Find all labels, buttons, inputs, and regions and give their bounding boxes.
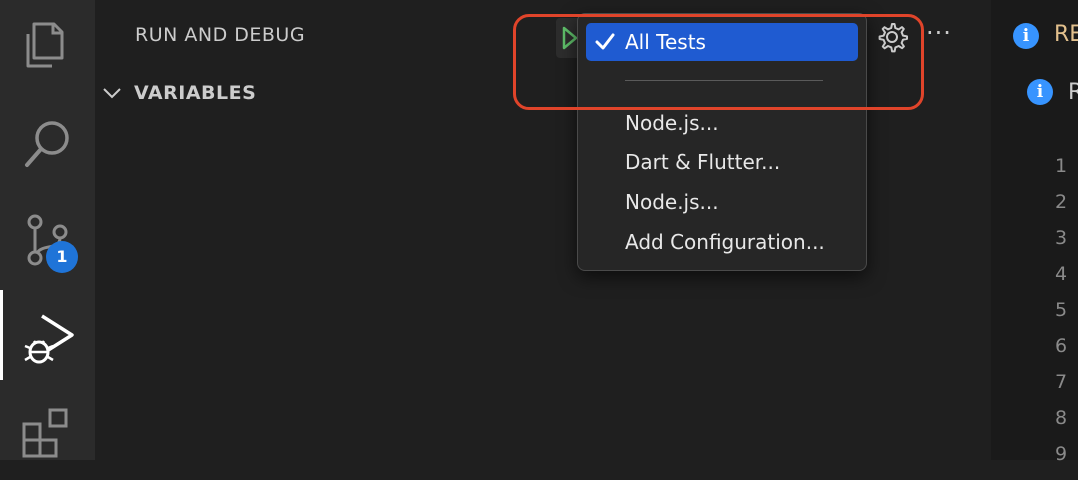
launch-config-dropdown: All Tests Node.js... Dart & Flutter... N… [577,13,867,271]
extensions-icon [22,408,68,458]
play-icon [562,26,578,50]
info-icon: i [1027,79,1053,105]
dropdown-item-add-configuration[interactable]: Add Configuration... [586,223,858,261]
dropdown-item-label: Add Configuration... [625,230,825,254]
chevron-down-icon [103,88,121,99]
editor-heading-1: RE [1054,22,1078,47]
line-number: 3 [1055,227,1068,249]
more-actions-button[interactable]: ··· [926,18,962,48]
activity-item-search[interactable] [0,95,95,185]
checkmark-icon [595,33,615,50]
line-number: 6 [1055,335,1068,357]
variables-section-header[interactable]: VARIABLES [102,78,502,108]
source-control-badge: 1 [46,241,78,273]
editor-heading-2: R [1068,80,1078,105]
activity-item-source-control[interactable] [0,190,95,280]
line-number: 4 [1055,263,1068,285]
activity-bar: 1 [0,0,95,460]
open-launch-json-button[interactable] [876,21,908,53]
info-icon: i [1013,23,1039,49]
line-number: 5 [1055,299,1068,321]
dropdown-item-all-tests[interactable]: All Tests [586,23,858,61]
panel-title: RUN AND DEBUG [135,24,306,46]
dropdown-item-label: Dart & Flutter... [625,150,781,174]
dropdown-item-label: Node.js... [625,190,719,214]
ellipsis-icon: ··· [926,19,952,47]
search-icon [25,121,69,167]
run-debug-icon [24,314,74,364]
line-number: 2 [1055,191,1068,213]
activity-item-extensions[interactable] [0,390,95,480]
dropdown-item-label: Node.js... [625,111,719,135]
section-label: VARIABLES [134,82,257,104]
activity-item-explorer[interactable] [0,0,95,90]
line-number: 9 [1055,443,1068,465]
gear-icon [878,23,908,53]
dropdown-item-nodejs-2[interactable]: Node.js... [586,183,858,221]
dropdown-item-dart-flutter[interactable]: Dart & Flutter... [586,143,858,181]
dropdown-item-nodejs[interactable]: Node.js... [586,104,858,142]
dropdown-item-label: All Tests [625,30,706,54]
dropdown-separator [625,80,823,81]
line-number: 8 [1055,407,1068,429]
line-number: 7 [1055,371,1068,393]
activity-item-run-debug[interactable] [0,290,95,380]
line-number: 1 [1055,155,1068,177]
files-icon [26,22,64,68]
